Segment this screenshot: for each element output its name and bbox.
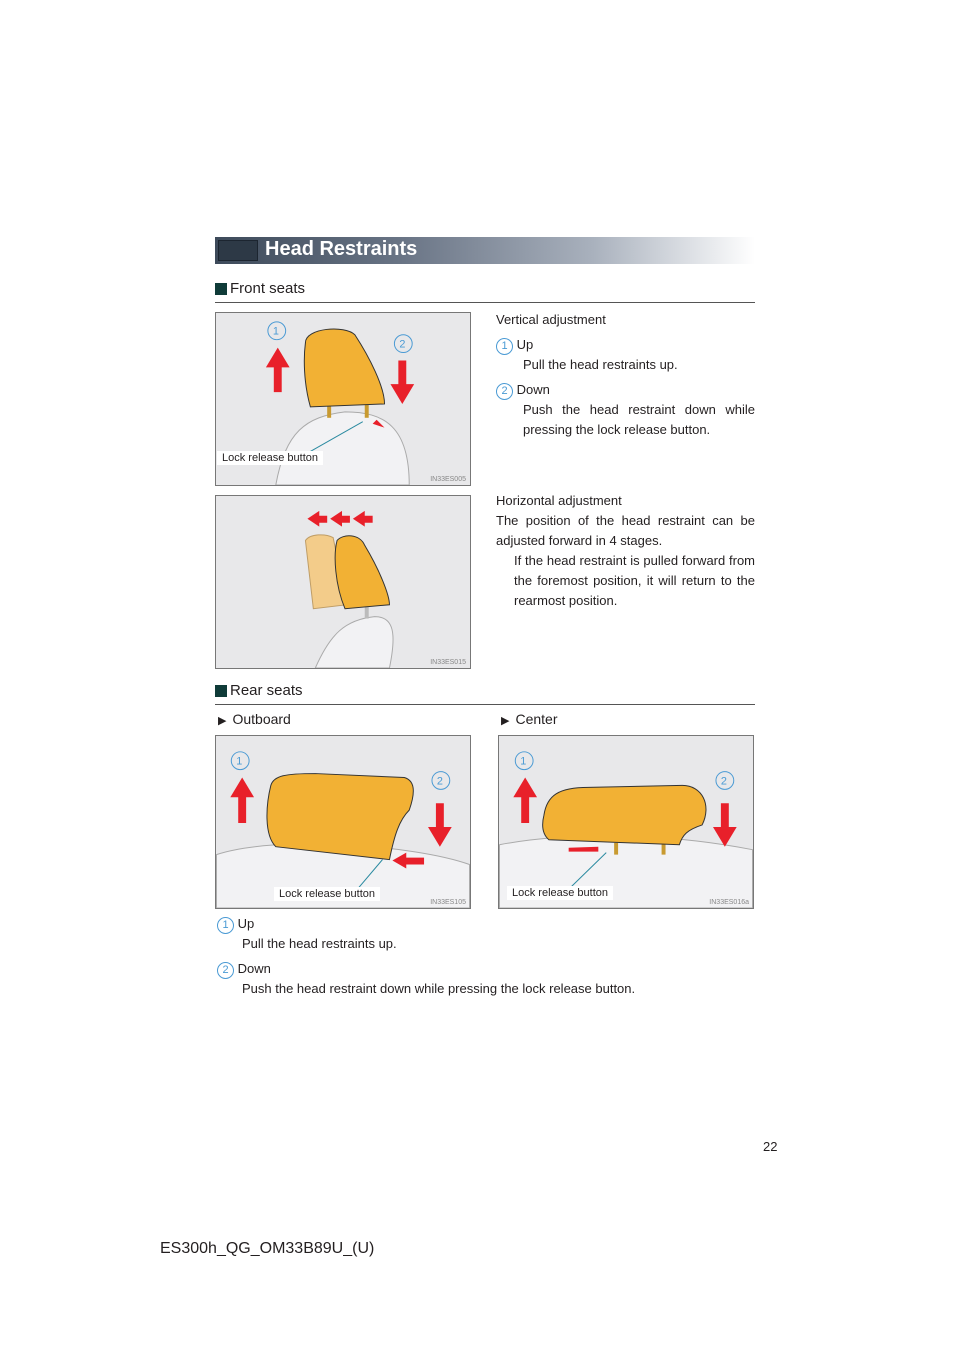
step-2-icon: 2	[217, 962, 234, 979]
figure-rear-outboard: 1 2 Lock release button IN33ES105	[215, 735, 471, 909]
lock-release-label: Lock release button	[507, 886, 614, 900]
step-2-icon: 2	[496, 383, 513, 400]
front-seats-heading: Front seats	[215, 280, 305, 297]
step-1-desc: Pull the head restraints up.	[523, 357, 678, 372]
lock-release-label: Lock release button	[274, 887, 381, 901]
vertical-adjustment: Vertical adjustment 1 Up Pull the head r…	[496, 310, 755, 440]
step-2-label: Down	[516, 382, 550, 397]
header-thumbnail	[218, 240, 258, 261]
front-seats-title: Front seats	[230, 280, 306, 297]
svg-text:2: 2	[437, 775, 443, 787]
rear-seats-title: Rear seats	[230, 682, 303, 699]
step-1-desc: Pull the head restraints up.	[242, 936, 397, 951]
square-bullet-icon	[215, 282, 227, 295]
rear-steps: 1 Up Pull the head restraints up. 2 Down…	[217, 914, 757, 999]
figure-code: IN33ES016a	[709, 899, 749, 906]
step-1-label: Up	[516, 337, 534, 352]
step-1-icon: 1	[496, 338, 513, 355]
section-header: Head Restraints	[215, 237, 755, 264]
vertical-title: Vertical adjustment	[496, 312, 606, 327]
step-2-label: Down	[237, 961, 271, 976]
page-title: Head Restraints	[265, 238, 418, 260]
svg-text:1: 1	[520, 756, 526, 768]
document-code: ES300h_QG_OM33B89U_(U)	[160, 1240, 375, 1257]
figure-code: IN33ES005	[430, 476, 466, 483]
figure-front-horizontal: IN33ES015	[215, 495, 471, 669]
lock-release-label: Lock release button	[217, 451, 324, 465]
svg-text:1: 1	[236, 756, 242, 768]
triangle-bullet-icon: ▶	[218, 715, 227, 727]
svg-text:2: 2	[399, 339, 405, 351]
divider	[215, 302, 755, 303]
step-1-label: Up	[237, 916, 255, 931]
figure-front-vertical: 1 2 Lock release button IN33ES005	[215, 312, 471, 486]
step-2-desc: Push the head restraint down while press…	[523, 402, 755, 437]
svg-text:1: 1	[273, 326, 279, 338]
figure-code: IN33ES105	[430, 899, 466, 906]
square-bullet-icon	[215, 684, 227, 697]
rear-seats-heading: Rear seats	[215, 682, 303, 699]
step-1-icon: 1	[217, 917, 234, 934]
outboard-heading: ▶ Outboard	[218, 709, 291, 731]
center-heading: ▶ Center	[501, 709, 558, 731]
horizontal-desc: The position of the head restraint can b…	[496, 513, 755, 548]
center-title: Center	[515, 711, 558, 727]
page-number: 22	[763, 1139, 778, 1154]
horizontal-title: Horizontal adjustment	[496, 493, 622, 508]
figure-rear-center: 1 2 Lock release button IN33ES016a	[498, 735, 754, 909]
triangle-bullet-icon: ▶	[501, 715, 510, 727]
svg-text:2: 2	[721, 775, 727, 787]
horizontal-adjustment: Horizontal adjustment The position of th…	[496, 491, 755, 611]
step-2-desc: Push the head restraint down while press…	[242, 981, 636, 996]
divider	[215, 704, 755, 705]
horizontal-note: If the head restraint is pulled forward …	[514, 553, 755, 608]
outboard-title: Outboard	[232, 711, 291, 727]
figure-code: IN33ES015	[430, 659, 466, 666]
